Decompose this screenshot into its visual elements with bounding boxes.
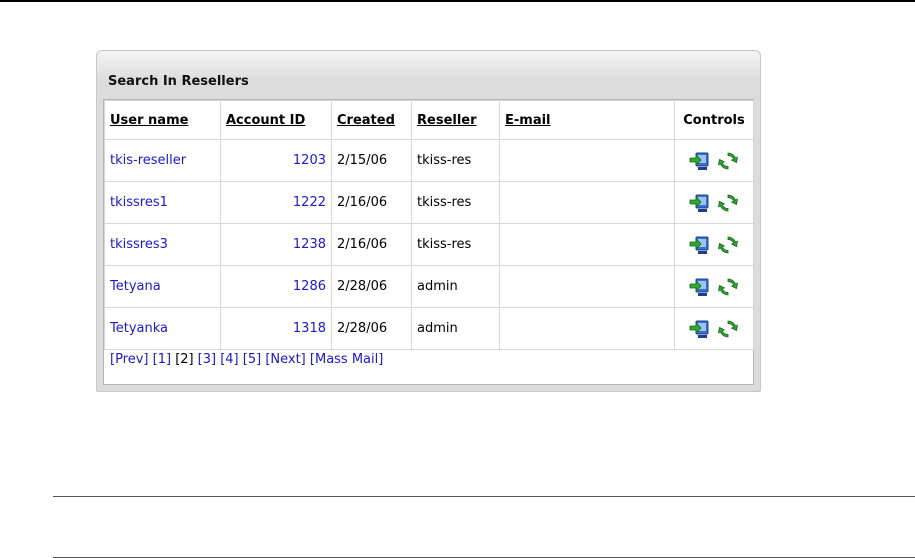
cell-email [499, 265, 675, 308]
pager-page-4-link[interactable]: [4] [220, 352, 238, 367]
table-header-row: User name Account ID Created Reseller E-… [104, 100, 754, 140]
login-as-user-icon[interactable] [689, 234, 711, 256]
mass-mail-link[interactable]: [Mass Mail] [310, 352, 383, 367]
pager-page-5-link[interactable]: [5] [243, 352, 261, 367]
resellers-table: User name Account ID Created Reseller E-… [104, 100, 754, 350]
account-id-link[interactable]: 1286 [293, 279, 326, 294]
column-header-created[interactable]: Created [331, 100, 412, 140]
resellers-search-panel: Search In Resellers User name Account ID… [96, 50, 761, 392]
column-header-user-name[interactable]: User name [104, 100, 221, 140]
column-header-reseller[interactable]: Reseller [411, 100, 500, 140]
cell-controls [674, 181, 754, 224]
cell-user-name[interactable]: tkissres3 [104, 223, 221, 266]
refresh-icon[interactable] [717, 150, 739, 172]
cell-account-id[interactable]: 1286 [220, 265, 332, 308]
login-as-user-icon[interactable] [689, 318, 711, 340]
login-as-user-icon[interactable] [689, 192, 711, 214]
top-border [0, 0, 915, 2]
login-as-user-icon[interactable] [689, 276, 711, 298]
cell-user-name[interactable]: tkissres1 [104, 181, 221, 224]
cell-created: 2/15/06 [331, 139, 412, 182]
cell-account-id[interactable]: 1238 [220, 223, 332, 266]
cell-user-name[interactable]: Tetyana [104, 265, 221, 308]
table-row: Tetyana 1286 2/28/06 admin [104, 265, 754, 308]
cell-reseller: tkiss-res [411, 139, 500, 182]
panel-title: Search In Resellers [108, 74, 249, 89]
cell-account-id[interactable]: 1203 [220, 139, 332, 182]
account-id-link[interactable]: 1203 [293, 153, 326, 168]
pager-next-link[interactable]: [Next] [265, 352, 305, 367]
pager-current-page: [2] [175, 352, 194, 367]
cell-controls [674, 139, 754, 182]
cell-controls [674, 265, 754, 308]
table-row: tkis-reseller 1203 2/15/06 tkiss-res [104, 139, 754, 182]
user-name-link[interactable]: Tetyana [110, 279, 161, 294]
refresh-icon[interactable] [717, 318, 739, 340]
cell-reseller: admin [411, 307, 500, 350]
divider-upper [53, 496, 915, 497]
cell-created: 2/28/06 [331, 265, 412, 308]
pager-page-3-link[interactable]: [3] [198, 352, 216, 367]
resellers-table-container: User name Account ID Created Reseller E-… [103, 99, 754, 385]
cell-reseller: admin [411, 265, 500, 308]
user-name-link[interactable]: Tetyanka [110, 321, 168, 336]
user-name-link[interactable]: tkissres3 [110, 237, 168, 252]
pagination: [Prev] [1] [2] [3] [4] [5] [Next] [Mass M… [110, 352, 383, 367]
account-id-link[interactable]: 1222 [293, 195, 326, 210]
cell-email [499, 307, 675, 350]
column-header-controls: Controls [674, 100, 754, 140]
refresh-icon[interactable] [717, 192, 739, 214]
cell-controls [674, 223, 754, 266]
user-name-link[interactable]: tkissres1 [110, 195, 168, 210]
refresh-icon[interactable] [717, 276, 739, 298]
table-row: tkissres1 1222 2/16/06 tkiss-res [104, 181, 754, 224]
cell-created: 2/16/06 [331, 181, 412, 224]
cell-email [499, 139, 675, 182]
cell-created: 2/16/06 [331, 223, 412, 266]
cell-reseller: tkiss-res [411, 181, 500, 224]
cell-email [499, 223, 675, 266]
cell-account-id[interactable]: 1318 [220, 307, 332, 350]
pager-prev-link[interactable]: [Prev] [110, 352, 149, 367]
column-header-account-id[interactable]: Account ID [220, 100, 332, 140]
cell-reseller: tkiss-res [411, 223, 500, 266]
login-as-user-icon[interactable] [689, 150, 711, 172]
cell-user-name[interactable]: tkis-reseller [104, 139, 221, 182]
account-id-link[interactable]: 1238 [293, 237, 326, 252]
account-id-link[interactable]: 1318 [293, 321, 326, 336]
user-name-link[interactable]: tkis-reseller [110, 153, 186, 168]
refresh-icon[interactable] [717, 234, 739, 256]
cell-user-name[interactable]: Tetyanka [104, 307, 221, 350]
cell-account-id[interactable]: 1222 [220, 181, 332, 224]
cell-email [499, 181, 675, 224]
table-row: Tetyanka 1318 2/28/06 admin [104, 307, 754, 350]
cell-created: 2/28/06 [331, 307, 412, 350]
column-header-email[interactable]: E-mail [499, 100, 675, 140]
cell-controls [674, 307, 754, 350]
table-row: tkissres3 1238 2/16/06 tkiss-res [104, 223, 754, 266]
pager-page-1-link[interactable]: [1] [153, 352, 171, 367]
